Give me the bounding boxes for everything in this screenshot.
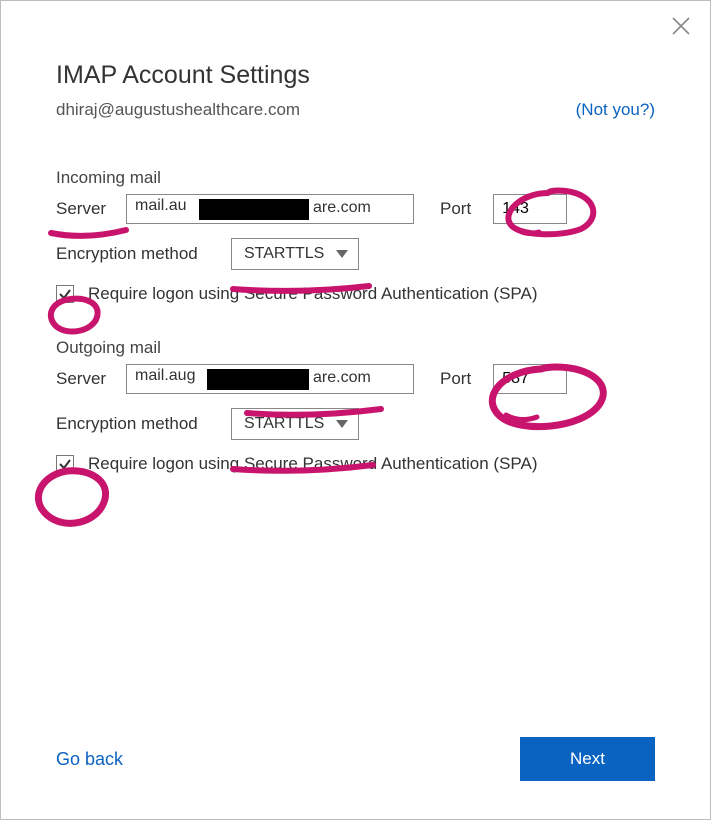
incoming-spa-row: Require logon using Secure Password Auth… [56,284,655,304]
redaction-box [207,369,309,390]
incoming-server-row: Server mail.au are.com Port [56,194,655,224]
outgoing-server-suffix: are.com [313,369,371,387]
incoming-heading: Incoming mail [56,168,655,188]
outgoing-port-label: Port [440,369,471,389]
incoming-enc-row: Encryption method STARTTLS [56,238,655,270]
outgoing-enc-value: STARTTLS [244,415,324,433]
chevron-down-icon [336,420,348,428]
incoming-enc-value: STARTTLS [244,245,324,263]
outgoing-spa-checkbox[interactable] [56,455,74,473]
go-back-link[interactable]: Go back [56,749,123,770]
incoming-enc-label: Encryption method [56,244,231,264]
outgoing-enc-label: Encryption method [56,414,231,434]
incoming-server-input[interactable]: mail.au are.com [126,194,414,224]
close-button[interactable] [670,15,692,37]
outgoing-spa-row: Require logon using Secure Password Auth… [56,454,655,474]
outgoing-enc-row: Encryption method STARTTLS [56,408,655,440]
next-button[interactable]: Next [520,737,655,781]
not-you-link[interactable]: (Not you?) [576,100,655,120]
content-area: IMAP Account Settings dhiraj@augustushea… [56,61,655,508]
email-row: dhiraj@augustushealthcare.com (Not you?) [56,100,655,120]
account-email: dhiraj@augustushealthcare.com [56,100,300,120]
incoming-server-suffix: are.com [313,199,371,217]
outgoing-server-prefix: mail.aug [135,367,195,384]
chevron-down-icon [336,250,348,258]
incoming-enc-select[interactable]: STARTTLS [231,238,359,270]
outgoing-server-input[interactable]: mail.aug are.com [126,364,414,394]
incoming-server-prefix: mail.au [135,197,187,214]
outgoing-spa-label: Require logon using Secure Password Auth… [88,454,538,474]
incoming-port-input[interactable] [493,194,567,224]
incoming-spa-label: Require logon using Secure Password Auth… [88,284,538,304]
outgoing-server-label: Server [56,369,126,389]
footer: Go back Next [56,737,655,781]
outgoing-heading: Outgoing mail [56,338,655,358]
page-title: IMAP Account Settings [56,61,655,90]
dialog-frame: IMAP Account Settings dhiraj@augustushea… [0,0,711,820]
outgoing-server-row: Server mail.aug are.com Port [56,364,655,394]
outgoing-enc-select[interactable]: STARTTLS [231,408,359,440]
redaction-box [199,199,309,220]
incoming-server-label: Server [56,199,126,219]
incoming-spa-checkbox[interactable] [56,285,74,303]
incoming-port-label: Port [440,199,471,219]
outgoing-port-input[interactable] [493,364,567,394]
